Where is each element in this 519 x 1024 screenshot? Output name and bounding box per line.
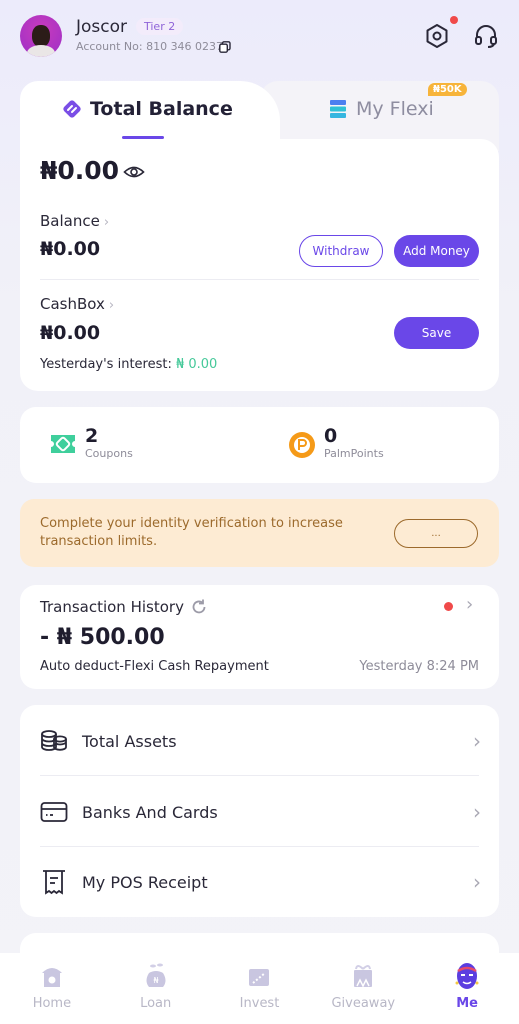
coupons-label: Coupons bbox=[85, 447, 133, 460]
loan-icon: ₦ bbox=[146, 963, 166, 987]
account-number: Account No: 810 346 0237 bbox=[76, 40, 224, 53]
unread-dot bbox=[444, 602, 453, 611]
flexi-badge: ₦50K bbox=[428, 83, 467, 96]
nav-label: Invest bbox=[239, 996, 280, 1011]
nav-invest[interactable]: Invest bbox=[208, 953, 312, 1024]
transaction-description: Auto deduct-Flexi Cash Repayment bbox=[40, 659, 269, 674]
palmpoints-count: 0 bbox=[324, 425, 338, 447]
gift-icon bbox=[354, 965, 373, 988]
verify-button[interactable]: ... bbox=[394, 519, 478, 548]
home-icon bbox=[41, 968, 62, 987]
tier-badge[interactable]: Tier 2 bbox=[136, 18, 184, 35]
verification-message: Complete your identity verification to i… bbox=[40, 516, 343, 549]
coupons-stat[interactable]: 2 Coupons bbox=[49, 425, 133, 460]
interest-value: ₦ 0.00 bbox=[175, 357, 218, 372]
headset-icon[interactable] bbox=[472, 22, 500, 50]
menu-item-total-assets[interactable]: Total Assets › bbox=[20, 706, 499, 776]
menu-label: My POS Receipt bbox=[82, 872, 208, 892]
tab-my-flexi-label: My Flexi bbox=[356, 98, 434, 120]
divider bbox=[40, 279, 479, 280]
yesterday-interest: Yesterday's interest: ₦ 0.00 bbox=[40, 357, 217, 372]
notification-dot bbox=[450, 16, 458, 24]
transaction-time: Yesterday 8:24 PM bbox=[359, 659, 479, 674]
copy-icon[interactable] bbox=[219, 41, 231, 53]
verification-banner[interactable]: Complete your identity verification to i… bbox=[20, 499, 499, 567]
total-balance-amount: ₦0.00 bbox=[40, 156, 120, 185]
menu-item-pos-receipt[interactable]: My POS Receipt › bbox=[20, 847, 499, 917]
add-money-button[interactable]: Add Money bbox=[394, 235, 479, 267]
nav-label: Giveaway bbox=[331, 996, 396, 1011]
cashbox-amount: ₦0.00 bbox=[40, 322, 101, 344]
palmpoints-stat[interactable]: 0 PalmPoints bbox=[288, 425, 384, 460]
interest-label: Yesterday's interest: bbox=[40, 357, 172, 372]
me-mask-icon bbox=[455, 963, 479, 989]
flexi-icon bbox=[330, 100, 346, 118]
settings-icon[interactable] bbox=[423, 22, 451, 50]
bottom-nav: Home ₦ Loan Invest Giveaway Me bbox=[0, 953, 519, 1024]
nav-label: Home bbox=[32, 996, 72, 1011]
transaction-history-card[interactable]: Transaction History › - ₦ 500.00 Auto de… bbox=[20, 585, 499, 689]
svg-text:₦: ₦ bbox=[153, 976, 158, 985]
avatar-face bbox=[32, 25, 50, 47]
tab-my-flexi[interactable]: My Flexi bbox=[328, 98, 434, 120]
cashbox-link[interactable]: CashBox › bbox=[40, 295, 114, 313]
nav-label: Me bbox=[456, 996, 478, 1011]
chevron-right-icon: › bbox=[108, 298, 115, 313]
withdraw-button[interactable]: Withdraw bbox=[299, 235, 383, 267]
avatar[interactable] bbox=[20, 15, 62, 57]
save-button[interactable]: Save bbox=[394, 317, 479, 349]
transaction-history-header: Transaction History bbox=[40, 598, 208, 616]
palmpoints-icon bbox=[289, 432, 315, 458]
avatar-body bbox=[27, 45, 55, 57]
coins-icon bbox=[41, 730, 67, 751]
active-tab-indicator bbox=[122, 136, 164, 139]
balance-amount: ₦0.00 bbox=[40, 238, 101, 260]
menu-item-banks-and-cards[interactable]: Banks And Cards › bbox=[20, 777, 499, 847]
rewards-card: 2 Coupons 0 PalmPoints bbox=[20, 407, 499, 483]
receipt-icon bbox=[43, 870, 65, 895]
nav-label: Loan bbox=[140, 996, 172, 1011]
coupons-count: 2 bbox=[85, 425, 99, 447]
transaction-history-title: Transaction History bbox=[40, 598, 184, 616]
chevron-right-icon: › bbox=[473, 729, 481, 753]
nav-me[interactable]: Me bbox=[415, 953, 519, 1024]
invest-icon bbox=[249, 969, 270, 986]
profile-header: Joscor Tier 2 Account No: 810 346 0237 bbox=[0, 0, 519, 78]
balance-card: Total Balance My Flexi ₦50K ₦0.00 Balanc… bbox=[20, 81, 499, 391]
nav-giveaway[interactable]: Giveaway bbox=[311, 953, 415, 1024]
tab-total-balance[interactable]: Total Balance bbox=[62, 98, 233, 120]
menu-label: Total Assets bbox=[82, 731, 177, 751]
username: Joscor bbox=[76, 17, 128, 37]
chevron-right-icon: › bbox=[103, 215, 110, 230]
chevron-right-icon[interactable]: › bbox=[466, 594, 473, 615]
eye-icon[interactable] bbox=[123, 164, 145, 180]
nav-home[interactable]: Home bbox=[0, 953, 104, 1024]
palmpoints-label: PalmPoints bbox=[324, 447, 384, 460]
card-icon bbox=[40, 802, 68, 822]
coupon-icon bbox=[51, 435, 75, 453]
total-balance-icon bbox=[63, 100, 81, 118]
nav-loan[interactable]: ₦ Loan bbox=[104, 953, 208, 1024]
divider bbox=[40, 775, 479, 776]
chevron-right-icon: › bbox=[473, 800, 481, 824]
chevron-right-icon: › bbox=[473, 870, 481, 894]
balance-link[interactable]: Balance › bbox=[40, 212, 109, 230]
menu-list: Total Assets › Banks And Cards › My POS … bbox=[20, 705, 499, 917]
balance-label: Balance bbox=[40, 212, 100, 230]
refresh-icon[interactable] bbox=[190, 598, 208, 616]
transaction-amount: - ₦ 500.00 bbox=[40, 625, 165, 650]
cashbox-label: CashBox bbox=[40, 295, 105, 313]
tab-total-balance-label: Total Balance bbox=[90, 98, 233, 120]
menu-label: Banks And Cards bbox=[82, 802, 218, 822]
